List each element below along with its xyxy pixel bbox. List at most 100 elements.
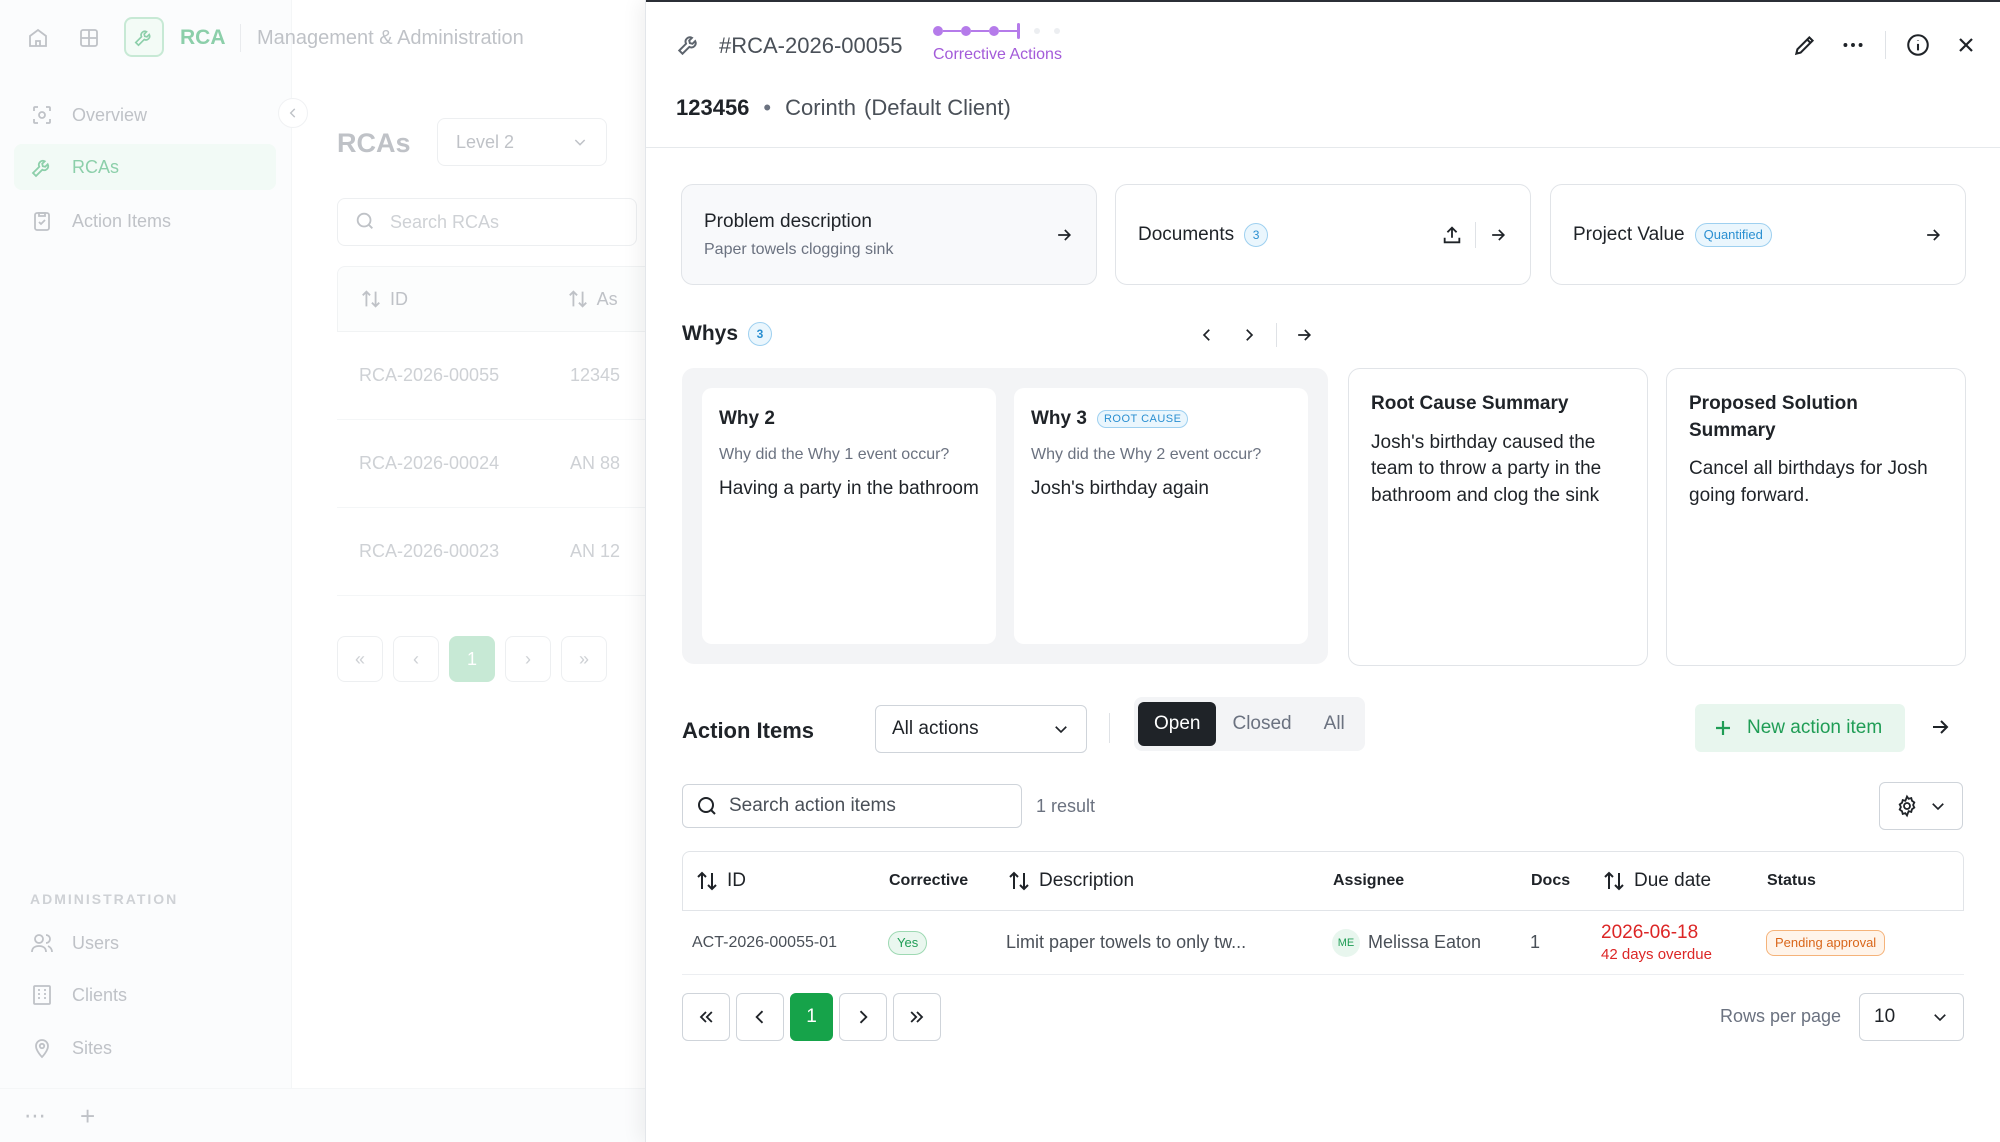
- why-card[interactable]: Why 2 Why did the Why 1 event occur? Hav…: [702, 388, 996, 644]
- avatar: ME: [1332, 928, 1360, 957]
- column-corrective[interactable]: Corrective: [889, 872, 1007, 890]
- tab-closed[interactable]: Closed: [1216, 702, 1307, 746]
- project-value-card[interactable]: Project Value Quantified: [1550, 184, 1966, 285]
- documents-count-badge: 3: [1244, 222, 1269, 247]
- rows-per-page-value: 10: [1874, 1006, 1896, 1027]
- open-action-items-button[interactable]: [1928, 715, 1952, 739]
- chevron-left-icon: [755, 1010, 764, 1024]
- status-segmented-control: Open Closed All: [1134, 697, 1365, 751]
- client-name: (Default Client): [864, 95, 1011, 120]
- whys-prev-button[interactable]: [1186, 320, 1228, 350]
- panel-header: #RCA-2026-00055 Corrective Actions 12345…: [646, 0, 2000, 148]
- filter-value: All actions: [892, 718, 979, 739]
- proposed-solution-text: Cancel all birthdays for Josh going forw…: [1689, 458, 1928, 506]
- upload-icon: [1443, 225, 1461, 243]
- action-items-table: ID Corrective Description Assignee Docs …: [682, 851, 1964, 975]
- rca-number: 123456: [676, 95, 750, 120]
- arrow-right-icon: [1488, 225, 1508, 245]
- result-count: 1 result: [1036, 796, 1096, 816]
- why-card[interactable]: Why 3 ROOT CAUSE Why did the Why 2 event…: [1014, 388, 1308, 644]
- close-button[interactable]: [1942, 28, 1990, 62]
- corrective-badge: Yes: [888, 930, 928, 955]
- chevron-down-icon: [1932, 803, 1944, 811]
- column-id[interactable]: ID: [683, 869, 889, 893]
- tab-all[interactable]: All: [1308, 702, 1361, 746]
- info-icon: [1907, 34, 1929, 56]
- action-filter-select[interactable]: All actions: [875, 705, 1087, 753]
- action-items-heading: Action Items: [682, 718, 815, 743]
- column-description[interactable]: Description: [1007, 869, 1333, 893]
- arrow-right-icon: [1923, 225, 1943, 245]
- column-assignee[interactable]: Assignee: [1333, 872, 1531, 890]
- last-page-button[interactable]: [893, 993, 941, 1041]
- rca-detail-panel: #RCA-2026-00055 Corrective Actions 12345…: [645, 0, 2000, 1142]
- more-options-button[interactable]: [1829, 28, 1877, 62]
- sort-icon: [1009, 871, 1029, 891]
- quantified-badge: Quantified: [1694, 222, 1772, 247]
- whys-open-button[interactable]: [1283, 320, 1325, 350]
- action-id: ACT-2026-00055-01: [692, 933, 837, 951]
- whys-count-badge: 3: [748, 322, 773, 346]
- stage-stepper[interactable]: Corrective Actions: [933, 23, 1062, 64]
- card-title: Proposed Solution Summary: [1689, 393, 1858, 441]
- action-items-search-input[interactable]: Search action items: [682, 784, 1022, 828]
- assignee-name: Melissa Eaton: [1368, 932, 1482, 952]
- new-action-item-button[interactable]: New action item: [1695, 704, 1905, 752]
- whys-next-button[interactable]: [1228, 320, 1270, 350]
- whys-carousel: Why 2 Why did the Why 1 event occur? Hav…: [682, 368, 1328, 664]
- chevron-right-icon: [859, 1010, 868, 1024]
- card-title: Problem description: [704, 210, 872, 232]
- table-settings-button[interactable]: [1879, 782, 1963, 830]
- new-action-label: New action item: [1747, 717, 1883, 738]
- chevron-left-icon: [1202, 329, 1210, 341]
- problem-description-card[interactable]: Problem description Paper towels cloggin…: [681, 184, 1097, 285]
- tab-open[interactable]: Open: [1138, 702, 1217, 746]
- why-title: Why 3: [1031, 408, 1087, 429]
- root-cause-summary-card[interactable]: Root Cause Summary Josh's birthday cause…: [1348, 368, 1648, 666]
- whys-heading: Whys 3: [682, 322, 773, 346]
- divider: [1885, 31, 1886, 59]
- plus-icon: [1711, 716, 1735, 740]
- edit-button[interactable]: [1781, 28, 1829, 62]
- documents-card[interactable]: Documents 3: [1115, 184, 1531, 285]
- proposed-solution-card[interactable]: Proposed Solution Summary Cancel all bir…: [1666, 368, 1966, 666]
- why-answer: Josh's birthday again: [1031, 478, 1209, 499]
- sort-icon: [1604, 871, 1624, 891]
- ellipsis-icon: [1843, 43, 1863, 47]
- card-title: Documents: [1138, 223, 1235, 245]
- header-actions: [1781, 28, 2000, 62]
- chevron-down-icon: [1055, 726, 1067, 734]
- prev-page-button[interactable]: [736, 993, 784, 1041]
- arrow-right-icon: [1054, 225, 1074, 245]
- whys-title: Whys: [682, 322, 739, 345]
- action-items-pagination: 1: [682, 993, 941, 1041]
- table-row[interactable]: ACT-2026-00055-01 Yes Limit paper towels…: [682, 911, 1964, 975]
- chevrons-right-icon: [910, 1011, 924, 1023]
- why-title: Why 2: [719, 408, 775, 429]
- page-button[interactable]: 1: [790, 993, 833, 1041]
- root-cause-text: Josh's birthday caused the team to throw…: [1371, 431, 1602, 506]
- divider: [1109, 713, 1110, 743]
- info-button[interactable]: [1894, 28, 1942, 62]
- search-icon: [695, 794, 719, 818]
- status-badge: Pending approval: [1766, 929, 1886, 956]
- column-docs[interactable]: Docs: [1531, 872, 1602, 890]
- rca-meta: 123456 • Corinth (Default Client): [676, 95, 1011, 120]
- card-title: Project Value: [1573, 223, 1685, 245]
- modal-overlay[interactable]: [0, 0, 645, 1142]
- rows-per-page-select[interactable]: 10: [1859, 993, 1964, 1041]
- rows-per-page-label: Rows per page: [1720, 1006, 1842, 1026]
- problem-text: Paper towels clogging sink: [704, 240, 894, 258]
- why-answer: Having a party in the bathroom: [719, 478, 979, 499]
- upload-button[interactable]: [1441, 224, 1463, 246]
- chevrons-left-icon: [699, 1011, 713, 1023]
- column-due-date[interactable]: Due date: [1602, 869, 1767, 893]
- arrow-right-icon: [1933, 720, 1949, 734]
- card-title: Root Cause Summary: [1371, 393, 1569, 414]
- stage-label: Corrective Actions: [933, 46, 1062, 63]
- first-page-button[interactable]: [682, 993, 730, 1041]
- next-page-button[interactable]: [839, 993, 887, 1041]
- column-status[interactable]: Status: [1767, 872, 1927, 890]
- why-question: Why did the Why 2 event occur?: [1031, 446, 1262, 463]
- gear-icon: [1898, 794, 1916, 818]
